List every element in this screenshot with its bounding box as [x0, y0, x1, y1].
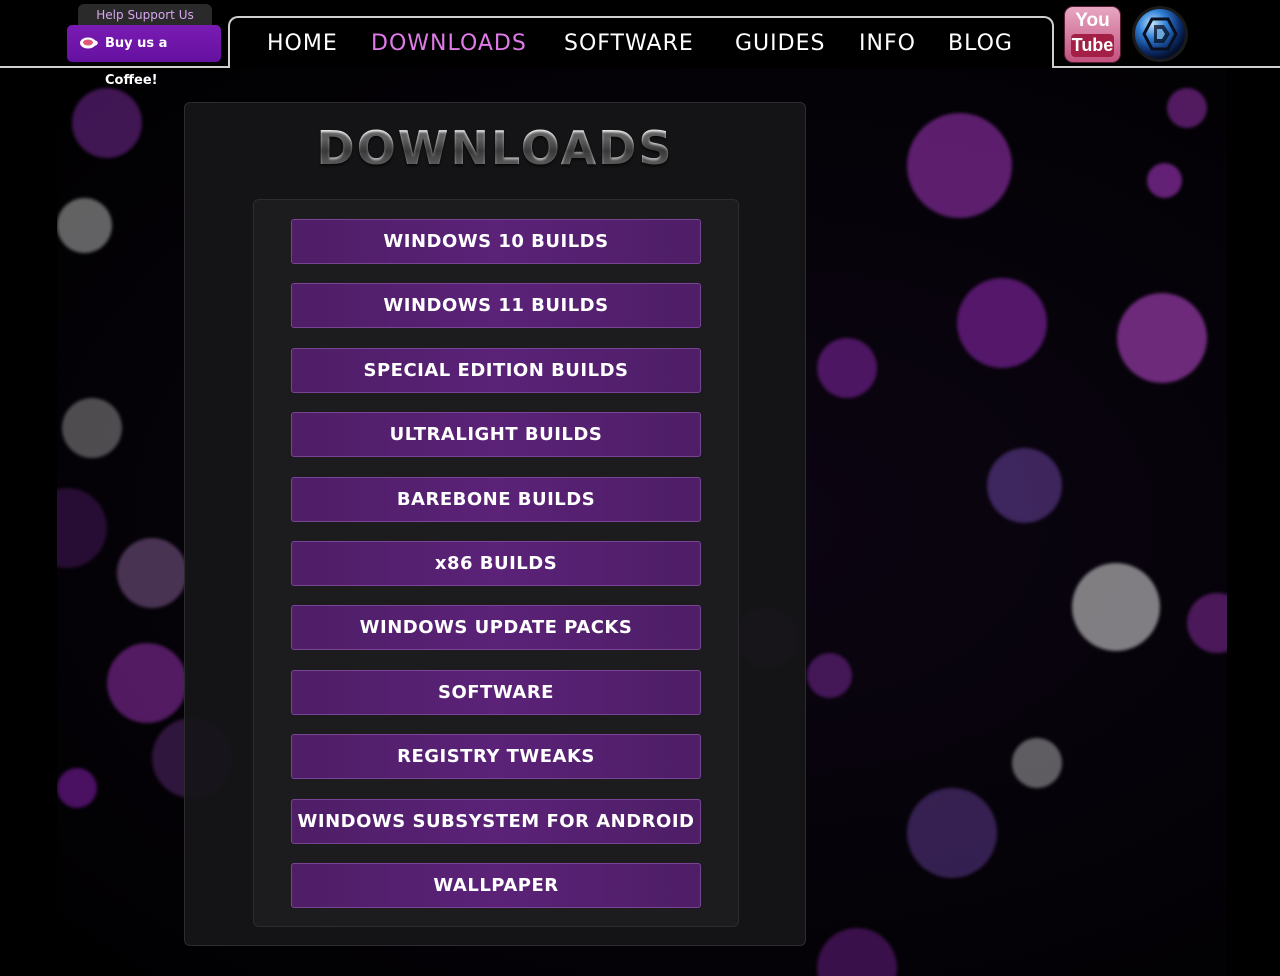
support-tab-label: Help Support Us [78, 4, 212, 26]
barebone-builds-button[interactable]: BAREBONE BUILDS [291, 477, 701, 522]
x86-builds-button[interactable]: x86 BUILDS [291, 541, 701, 586]
nav-home[interactable]: HOME [267, 30, 338, 58]
site-globe-logo[interactable] [1131, 5, 1189, 63]
bokeh-dot [62, 398, 122, 458]
youtube-logo-tube: Tube [1071, 34, 1114, 57]
special-edition-builds-button[interactable]: SPECIAL EDITION BUILDS [291, 348, 701, 393]
youtube-icon[interactable]: You Tube [1064, 6, 1121, 63]
bokeh-dot [1072, 563, 1160, 651]
buy-coffee-button[interactable]: Buy us a Coffee! [67, 25, 221, 88]
nav-blog[interactable]: BLOG [948, 30, 1013, 58]
nav-guides[interactable]: GUIDES [735, 30, 825, 58]
page: Help Support Us Buy us a Coffee! HOME DOW… [0, 0, 1280, 976]
bokeh-dot [107, 643, 187, 723]
windows-11-builds-button[interactable]: WINDOWS 11 BUILDS [291, 283, 701, 328]
bokeh-dot [1167, 88, 1207, 128]
bokeh-dot [1187, 593, 1227, 653]
windows-10-builds-button[interactable]: WINDOWS 10 BUILDS [291, 219, 701, 264]
bokeh-dot [907, 788, 997, 878]
software-button[interactable]: SOFTWARE [291, 670, 701, 715]
windows-update-packs-button[interactable]: WINDOWS UPDATE PACKS [291, 605, 701, 650]
bokeh-dot [907, 113, 1012, 218]
bokeh-dot [117, 538, 187, 608]
bokeh-dot [1012, 738, 1062, 788]
bokeh-dot [57, 198, 112, 253]
nav-downloads[interactable]: DOWNLOADS [371, 30, 527, 58]
bokeh-dot [817, 928, 897, 976]
bokeh-dot [1147, 163, 1182, 198]
windows-subsystem-for-android-button[interactable]: WINDOWS SUBSYSTEM FOR ANDROID [291, 799, 701, 844]
coffee-cup-icon [80, 37, 98, 49]
bokeh-dot [1117, 293, 1207, 383]
bokeh-dot [957, 278, 1047, 368]
nav-info[interactable]: INFO [859, 30, 916, 58]
registry-tweaks-button[interactable]: REGISTRY TWEAKS [291, 734, 701, 779]
youtube-logo-you: You [1075, 10, 1110, 31]
site-header: Help Support Us Buy us a Coffee! HOME DOW… [0, 0, 1280, 88]
bokeh-dot [807, 653, 852, 698]
bokeh-dot [817, 338, 877, 398]
wallpaper-button[interactable]: WALLPAPER [291, 863, 701, 908]
bokeh-dot [57, 488, 107, 568]
ultralight-builds-button[interactable]: ULTRALIGHT BUILDS [291, 412, 701, 457]
page-title: DOWNLOADS [184, 118, 806, 178]
nav-software[interactable]: SOFTWARE [564, 30, 694, 58]
bokeh-dot [987, 448, 1062, 523]
bokeh-dot [57, 768, 97, 808]
